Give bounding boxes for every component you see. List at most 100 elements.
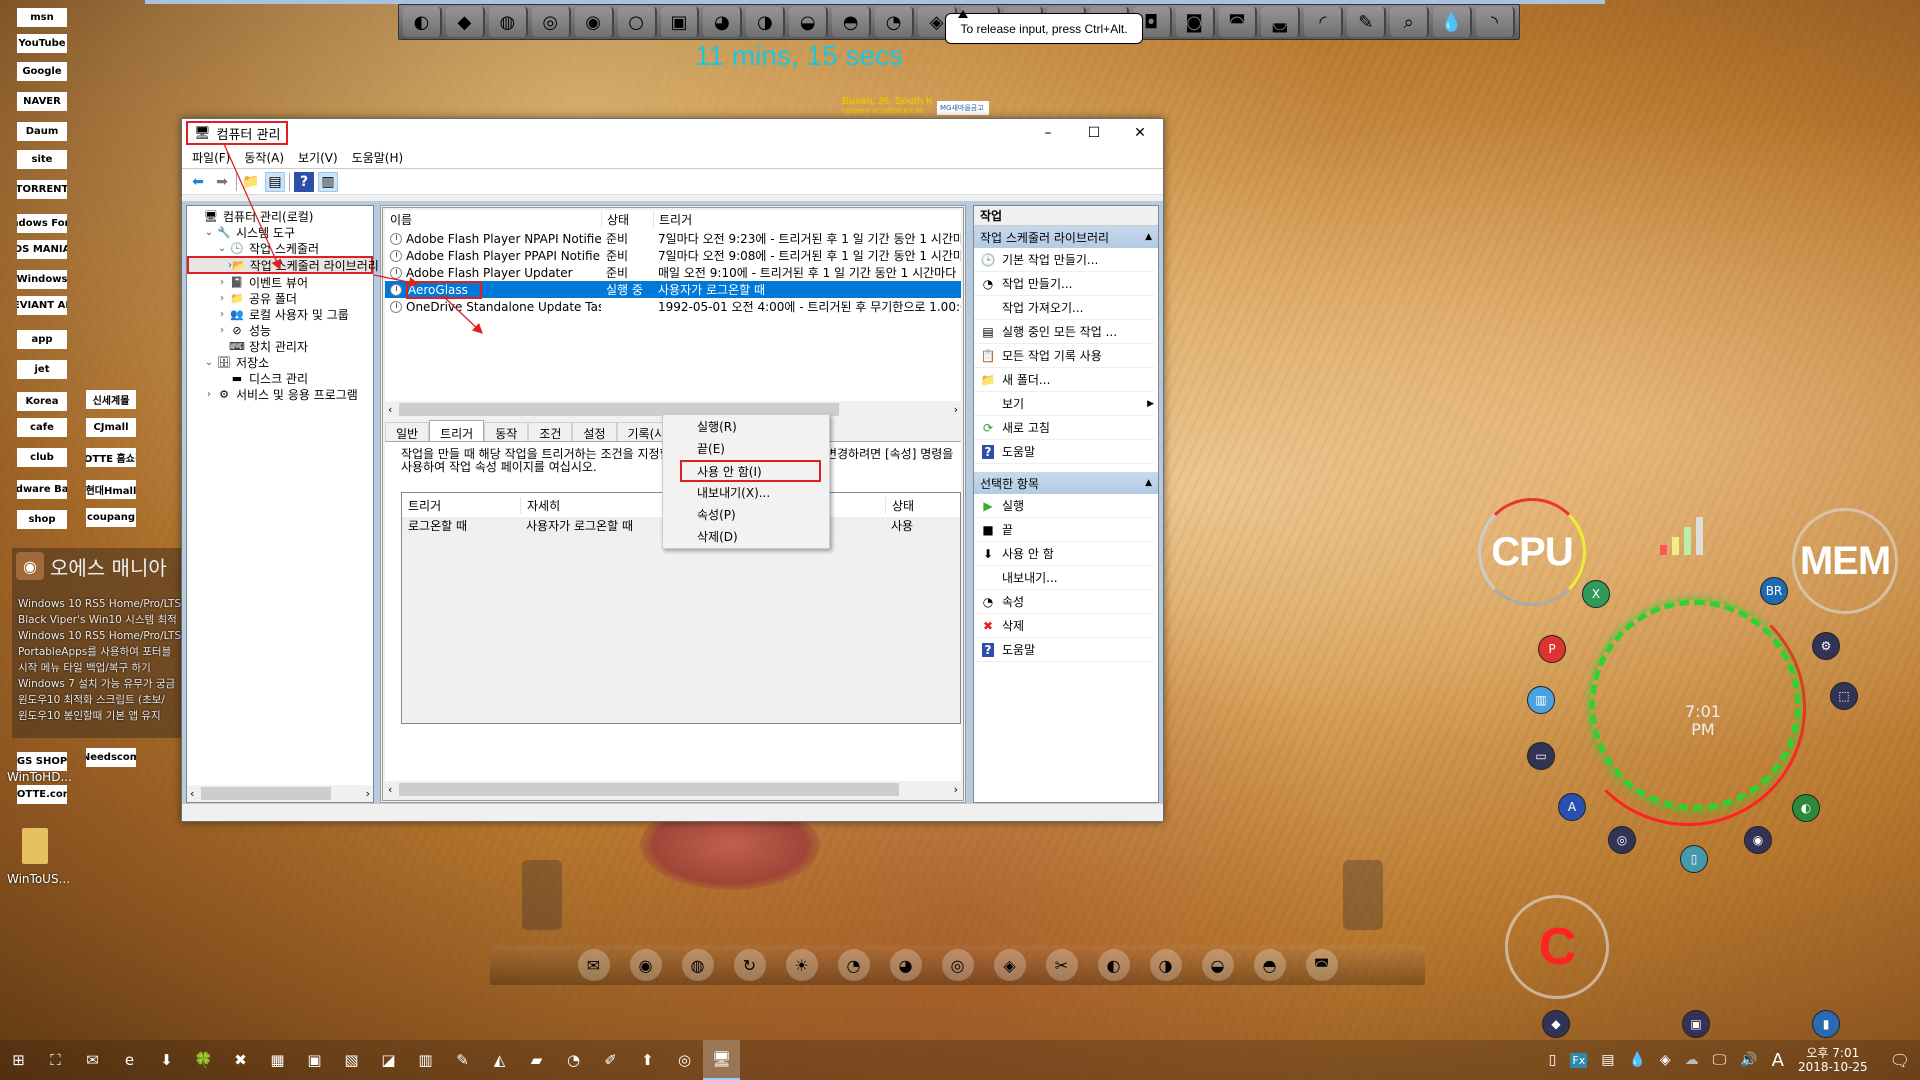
title-bar[interactable]: 🖥 컴퓨터 관리 – ☐ ✕ — [182, 119, 1163, 147]
tab-1[interactable]: 트리거 — [429, 420, 485, 441]
tab-2[interactable]: 동작 — [484, 422, 529, 441]
link-8[interactable]: OS MANIA — [17, 240, 67, 259]
expand-icon[interactable]: ⌄ — [215, 243, 229, 254]
app-icon[interactable]: ▭ — [1527, 742, 1555, 770]
app-tray-icon[interactable]: ▤ — [1601, 1052, 1614, 1068]
expand-icon[interactable]: ⌄ — [202, 357, 216, 368]
taskbar-app-icon[interactable]: ✎ — [444, 1040, 481, 1080]
actions-section-header[interactable]: 작업 스케줄러 라이브러리 ▲ — [974, 226, 1158, 248]
taskbar-app-icon[interactable]: e — [111, 1040, 148, 1080]
link-5[interactable]: site — [17, 150, 67, 169]
collapse-icon[interactable]: › — [215, 325, 229, 336]
tree-item[interactable]: › ⊘ 성능 — [187, 322, 373, 338]
link-3[interactable]: NAVER — [17, 92, 67, 111]
taskbar-app-icon[interactable]: 🍀 — [185, 1040, 222, 1080]
actions-section-header[interactable]: 선택한 항목 ▲ — [974, 472, 1158, 494]
tree-item[interactable]: 🖥 컴퓨터 관리(로컬) — [187, 208, 373, 224]
task-row[interactable]: Adobe Flash Player NPAPI Notifier 준비 7일마다 … — [385, 230, 961, 247]
taskbar-app-icon[interactable]: ✖ — [222, 1040, 259, 1080]
news-item[interactable]: Windows 10 RS5 Home/Pro/LTSC — [12, 628, 182, 644]
taskbar-app-icon[interactable]: ◪ — [370, 1040, 407, 1080]
tree-item[interactable]: ⌄ 🗄 저장소 — [187, 354, 373, 370]
grid-header-status[interactable]: 상태 — [885, 496, 960, 514]
show-hide-console-tree-icon[interactable]: ▤ — [265, 171, 285, 192]
globe-icon[interactable]: ◕ — [703, 7, 743, 37]
news-item[interactable]: PortableApps를 사용하여 포터블 — [12, 644, 182, 660]
tree-item[interactable]: › ⚙ 서비스 및 응용 프로그램 — [187, 386, 373, 402]
action-item[interactable]: ? 도움말 — [974, 638, 1154, 662]
task-row[interactable]: Adobe Flash Player PPAPI Notifier 준비 7일마다 … — [385, 247, 961, 264]
app-icon[interactable]: ◎ — [1608, 826, 1636, 854]
tab-4[interactable]: 설정 — [572, 422, 617, 441]
menu-help[interactable]: 도움말(H) — [346, 147, 410, 168]
tree-item[interactable]: › 📁 공유 폴더 — [187, 290, 373, 306]
taskbar-app-icon[interactable]: ▥ — [407, 1040, 444, 1080]
dock-app-icon[interactable]: ◚ — [1305, 949, 1338, 981]
tab-3[interactable]: 조건 — [528, 422, 573, 441]
link-4[interactable]: Daum — [17, 122, 67, 141]
news-item[interactable]: 시작 메뉴 타일 백업/복구 하기 — [12, 660, 182, 676]
link-13[interactable]: Korea — [17, 392, 67, 411]
link-10[interactable]: DEVIANT ART — [17, 296, 67, 315]
taskbar-app-icon[interactable]: ⬇ — [148, 1040, 185, 1080]
context-menu-item[interactable]: 끝(E) — [663, 438, 829, 460]
link-shop-4[interactable]: coupang — [86, 508, 136, 527]
app-3-icon[interactable]: ◍ — [488, 7, 528, 37]
app-icon[interactable]: ▣ — [1682, 1010, 1710, 1038]
dock-app-icon[interactable]: ◈ — [993, 949, 1026, 981]
dock-app-icon[interactable]: ✂ — [1045, 949, 1078, 981]
app-icon[interactable]: ◉ — [1744, 826, 1772, 854]
help-icon[interactable]: ? — [294, 171, 314, 192]
expand-icon[interactable]: ⌄ — [202, 227, 216, 238]
link-bottom-2[interactable]: Needscom — [86, 748, 136, 767]
column-header-trigger[interactable]: 트리거 — [653, 211, 961, 228]
link-7[interactable]: Windows Forum — [17, 214, 67, 233]
thunderbird-icon[interactable]: ◑ — [746, 7, 786, 37]
tree-item[interactable]: › 📂 작업 스케줄러 라이브러리 — [187, 256, 379, 274]
link-shop-1[interactable]: CJmall — [86, 418, 136, 437]
app-19-icon[interactable]: ◙ — [1175, 7, 1215, 37]
action-item[interactable]: 작업 가져오기... — [974, 296, 1154, 320]
taskbar-app-icon[interactable]: ⬆ — [629, 1040, 666, 1080]
context-menu-item[interactable]: 내보내기(X)... — [663, 482, 829, 504]
magnifier-icon[interactable]: ⌕ — [1390, 7, 1430, 37]
forward-icon[interactable]: ➡ — [212, 172, 232, 192]
pencil-icon[interactable]: ✎ — [1347, 7, 1387, 37]
show-hide-action-pane-icon[interactable]: ▥ — [318, 171, 338, 192]
opera-icon[interactable]: ○ — [617, 7, 657, 37]
column-header-name[interactable]: 이름 — [385, 211, 601, 228]
collapse-section-icon[interactable]: ▲ — [1145, 478, 1152, 488]
desktop-icon-wintohd[interactable]: WinToHD... — [7, 770, 72, 784]
desktop-icon-wintous[interactable]: WinToUS... — [7, 872, 70, 886]
app-icon[interactable]: ◆ — [1542, 1010, 1570, 1038]
dock-app-icon[interactable]: ◔ — [837, 949, 870, 981]
onedrive-icon[interactable]: ☁ — [1685, 1052, 1699, 1068]
action-item[interactable]: 📋 모든 작업 기록 사용 — [974, 344, 1154, 368]
collapse-icon[interactable]: › — [202, 389, 216, 400]
link-6[interactable]: TORRENT — [17, 180, 67, 199]
tree-item[interactable]: ⌄ 🔧 시스템 도구 — [187, 224, 373, 240]
link-bottom-0[interactable]: GS SHOP — [17, 752, 67, 771]
app-icon[interactable]: A — [1558, 793, 1586, 821]
fx-icon[interactable]: Fx — [1570, 1052, 1588, 1068]
app-1-icon[interactable]: ◐ — [403, 7, 442, 37]
taskbar-app-icon[interactable]: ◎ — [666, 1040, 703, 1080]
news-item[interactable]: Windows 10 RS5 Home/Pro/LTSC — [12, 596, 182, 612]
app-2-icon[interactable]: ◆ — [445, 7, 485, 37]
menu-view[interactable]: 보기(V) — [292, 147, 344, 168]
excel-icon[interactable]: X — [1582, 580, 1610, 608]
action-item[interactable]: 🕒 기본 작업 만들기... — [974, 248, 1154, 272]
news-title[interactable]: 오에스 매니아 — [50, 552, 167, 581]
maxthon-icon[interactable]: ▣ — [660, 7, 700, 37]
taskbar-app-icon[interactable]: ✉ — [74, 1040, 111, 1080]
taskbar-app-icon[interactable]: ✐ — [592, 1040, 629, 1080]
dock-app-icon[interactable]: ✉ — [577, 949, 610, 981]
context-menu-item[interactable]: 삭제(D) — [663, 526, 829, 548]
app-4-icon[interactable]: ◎ — [531, 7, 571, 37]
dock-app-icon[interactable]: ◓ — [1253, 949, 1286, 981]
link-16[interactable]: Hardware Battle — [17, 480, 67, 499]
app-icon[interactable]: ▮ — [1812, 1010, 1840, 1038]
action-item[interactable]: ■ 끝 — [974, 518, 1154, 542]
download-manager-icon[interactable]: ◈ — [1660, 1052, 1671, 1068]
volume-icon[interactable]: 🔊 — [1740, 1052, 1757, 1068]
